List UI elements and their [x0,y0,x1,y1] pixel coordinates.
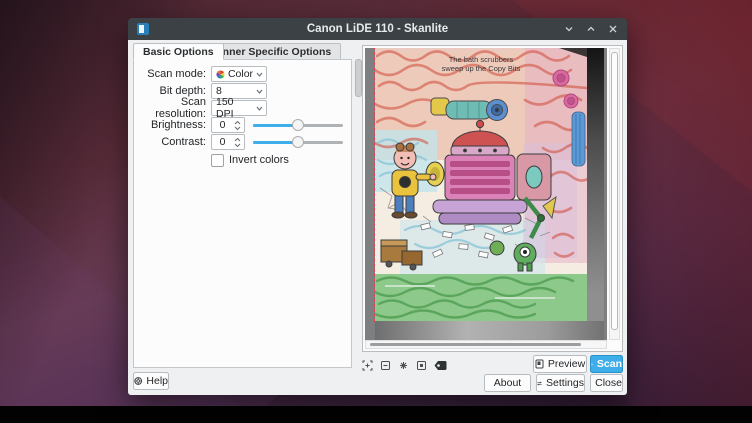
contrast-row: Contrast: 0 [134,134,343,150]
close-window-button[interactable] [605,21,621,37]
brightness-value: 0 [212,119,233,131]
chevron-down-icon [256,106,263,111]
invert-colors-checkbox[interactable] [211,154,224,167]
scanned-drawing: The bath scrubbers sweep up the Copy Bit… [375,48,587,321]
brightness-spinbox[interactable]: 0 [211,117,245,133]
scan-mode-label: Scan mode: [134,68,206,80]
scan-mode-select[interactable]: Color [211,66,267,82]
close-button-label: Close [595,377,622,389]
zoom-in-icon[interactable] [360,358,374,372]
preview-pane: The bath scrubbers sweep up the Copy Bit… [362,45,623,352]
chevron-down-icon [256,72,263,77]
settings-button[interactable]: Settings [536,374,585,392]
scan-caption-line1: The bath scrubbers [449,55,514,64]
contrast-slider-handle[interactable] [292,136,304,148]
titlebar[interactable]: Canon LiDE 110 - Skanlite [128,18,627,40]
zoom-out-icon[interactable] [378,358,392,372]
scan-button-label: Scan [597,358,622,370]
scanned-image: The bath scrubbers sweep up the Copy Bit… [375,48,587,321]
preview-viewport[interactable]: The bath scrubbers sweep up the Copy Bit… [365,48,607,340]
clear-selections-icon[interactable] [433,358,447,372]
maximize-button[interactable] [583,21,599,37]
settings-button-label: Settings [546,377,584,389]
about-button[interactable]: About [484,374,531,392]
invert-colors-label: Invert colors [229,154,289,166]
zoom-to-selection-icon[interactable] [396,358,410,372]
screen: Canon LiDE 110 - Skanlite Basic Options … [0,0,752,423]
tab-basic-options[interactable]: Basic Options [133,43,224,60]
preview-horizontal-scrollbar[interactable] [365,340,607,349]
scan-button[interactable]: Scan [590,355,623,373]
close-button[interactable]: Close [590,374,623,392]
preview-icon [535,359,544,369]
skanlite-window: Canon LiDE 110 - Skanlite Basic Options … [128,18,627,395]
window-body: Basic Options Scanner Specific Options S… [128,40,627,395]
settings-icon [537,379,542,388]
color-wheel-icon [216,70,225,79]
contrast-spinbox[interactable]: 0 [211,134,245,150]
brightness-slider[interactable] [253,118,343,132]
scan-mode-row: Scan mode: Color [134,66,343,82]
about-button-label: About [494,377,521,389]
scan-icon [591,360,593,369]
brightness-label: Brightness: [134,119,206,131]
preview-button[interactable]: Preview [533,355,587,373]
scan-mode-value: Color [228,68,253,80]
bottom-black-bar [0,406,752,423]
scan-resolution-row: Scan resolution: 150 DPI [134,100,343,116]
contrast-label: Contrast: [134,136,206,148]
invert-colors-row: Invert colors [211,152,343,168]
chevron-down-icon [256,89,263,94]
window-title: Canon LiDE 110 - Skanlite [128,23,627,35]
contrast-value: 0 [212,136,233,148]
help-button-label: Help [146,375,168,387]
preview-vertical-scrollbar[interactable] [609,48,620,340]
help-button[interactable]: Help [133,372,169,390]
spinbox-arrows-icon[interactable] [233,138,244,147]
minimize-button[interactable] [561,21,577,37]
contrast-slider[interactable] [253,135,343,149]
basic-options-panel: Scan mode: Color [133,59,352,368]
book-edge-shadow [587,48,604,321]
tab-label: Basic Options [143,46,214,58]
vertical-scrollbar-thumb[interactable] [611,52,618,330]
spinbox-arrows-icon[interactable] [233,121,244,130]
preview-button-label: Preview [548,358,585,370]
horizontal-scrollbar-thumb[interactable] [370,343,581,346]
brightness-row: Brightness: 0 [134,117,343,133]
scan-resolution-select[interactable]: 150 DPI [211,100,267,116]
help-icon [134,376,142,386]
panel-splitter-handle[interactable] [355,59,362,97]
brightness-slider-handle[interactable] [292,119,304,131]
zoom-to-fit-icon[interactable] [414,358,428,372]
scan-caption-line2: sweep up the Copy Bits [442,64,521,73]
scan-background [375,321,604,340]
